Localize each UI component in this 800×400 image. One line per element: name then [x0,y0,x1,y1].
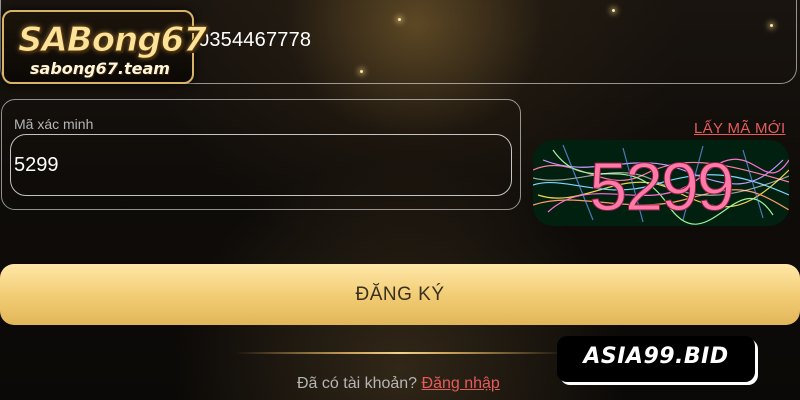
captcha-noise-graphic: 5299 [533,144,789,226]
refresh-captcha-link[interactable]: LẤY MÃ MỚI [694,120,785,137]
phone-value: 0354467778 [198,29,312,51]
captcha-image: 5299 [533,140,789,226]
logo-domain: sabong67.team [30,59,170,78]
logo-wordmark: SABong67 [18,20,208,61]
captcha-text: 5299 [589,149,732,225]
brand-logo: SABong67 sabong67.team [2,10,207,84]
captcha-label: Mã xác minh [14,116,94,132]
captcha-field-group: Mã xác minh [1,99,521,210]
watermark-text: ASIA99.BID [583,344,729,369]
login-prompt: Đã có tài khoản? Đăng nhập [297,375,500,393]
captcha-input[interactable] [10,134,512,196]
divider [235,352,565,354]
login-link[interactable]: Đăng nhập [422,375,500,392]
register-button[interactable]: ĐĂNG KÝ [0,264,800,325]
login-prompt-text: Đã có tài khoản? [297,375,418,392]
watermark-badge: ASIA99.BID [557,336,755,382]
